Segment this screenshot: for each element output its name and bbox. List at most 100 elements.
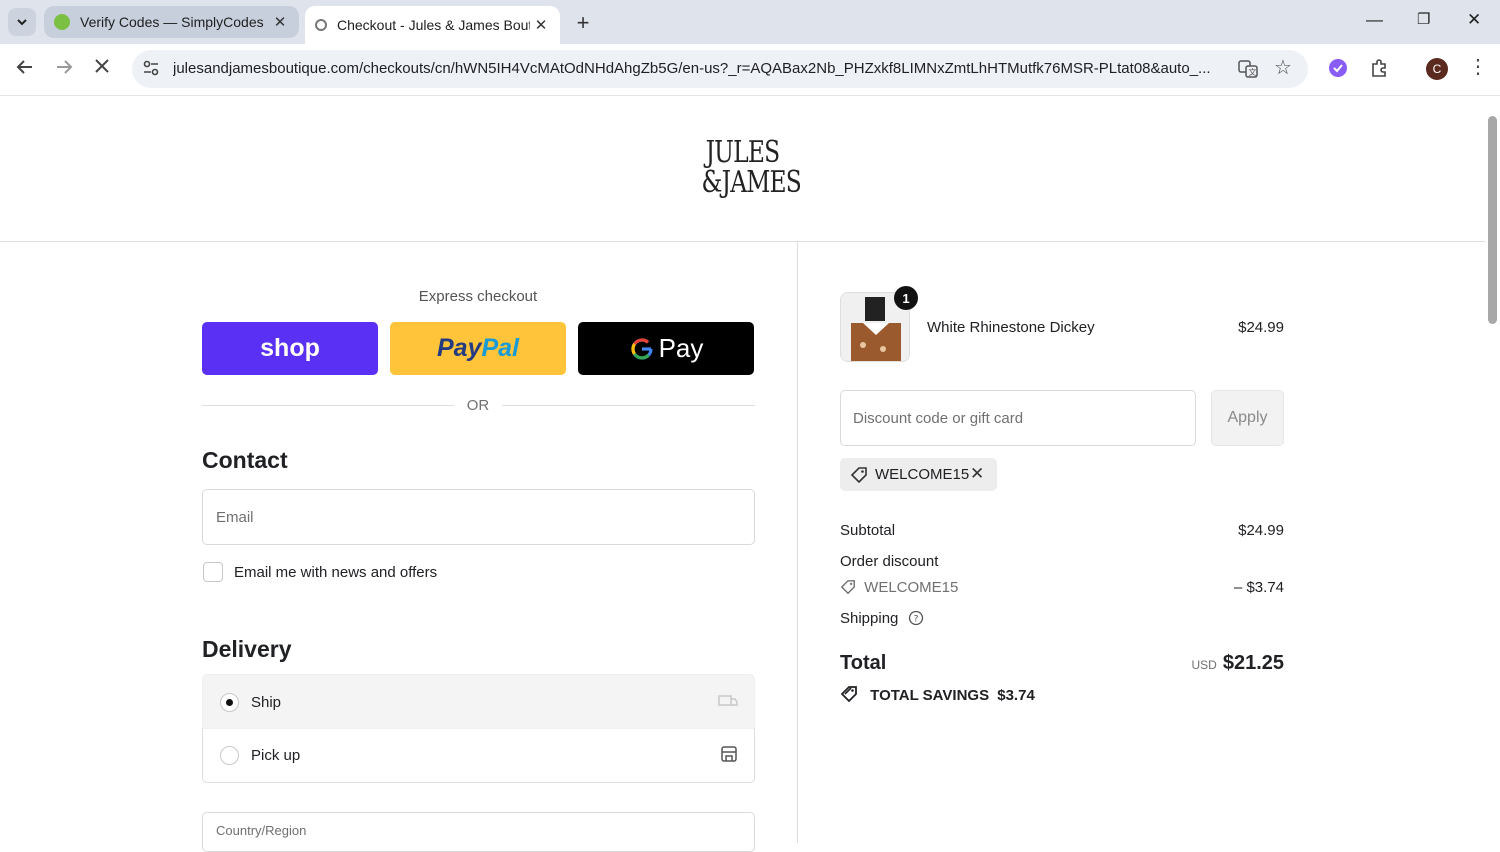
quantity-badge: 1 bbox=[894, 286, 918, 310]
discount-code-row: WELCOME15 – $3.74 bbox=[840, 579, 1284, 599]
store-header: JULES &JAMES bbox=[0, 96, 1485, 242]
apply-button[interactable]: Apply bbox=[1211, 390, 1284, 446]
bookmark-star-icon[interactable]: ☆ bbox=[1274, 55, 1292, 80]
restore-icon[interactable]: ❐ bbox=[1417, 10, 1430, 28]
ship-label: Ship bbox=[251, 694, 282, 711]
order-discount-label: Order discount bbox=[840, 553, 939, 570]
product-price: $24.99 bbox=[1238, 319, 1284, 336]
arrow-left-icon bbox=[16, 60, 32, 74]
delivery-heading: Delivery bbox=[202, 636, 292, 662]
email-placeholder: Email bbox=[216, 509, 254, 526]
checkout-page: JULES &JAMES Express checkout shop Pay Pa… bbox=[0, 96, 1485, 852]
close-tab-icon[interactable]: ✕ bbox=[530, 16, 552, 34]
chevron-down-icon bbox=[17, 19, 27, 26]
forward-button[interactable] bbox=[55, 58, 73, 82]
tag-icon bbox=[840, 685, 860, 707]
url-text: julesandjamesboutique.com/checkouts/cn/h… bbox=[173, 60, 1211, 77]
arrow-right-icon bbox=[57, 60, 73, 74]
shipping-row: Shipping ? bbox=[840, 610, 1284, 630]
currency-code: USD bbox=[1191, 658, 1217, 672]
store-icon bbox=[720, 745, 738, 767]
store-logo[interactable]: JULES &JAMES bbox=[701, 135, 802, 204]
tag-icon bbox=[840, 579, 856, 599]
new-tab-button[interactable]: + bbox=[572, 10, 594, 36]
close-tab-icon[interactable]: ✕ bbox=[269, 13, 291, 31]
country-label: Country/Region bbox=[216, 823, 307, 838]
delivery-option-pickup[interactable]: Pick up bbox=[202, 728, 755, 783]
divider bbox=[202, 405, 454, 406]
browser-tab-strip: Verify Codes — SimplyCodes ✕ Checkout - … bbox=[0, 0, 1500, 44]
site-info-icon[interactable] bbox=[142, 59, 160, 82]
translate-icon[interactable]: 文 bbox=[1238, 59, 1258, 84]
shop-pay-button[interactable]: shop bbox=[202, 322, 378, 375]
minimize-icon[interactable]: — bbox=[1366, 10, 1383, 30]
country-region-select[interactable]: Country/Region bbox=[202, 812, 755, 852]
contact-heading: Contact bbox=[202, 447, 288, 473]
paypal-label-b: Pal bbox=[481, 334, 519, 362]
profile-avatar[interactable]: C bbox=[1426, 58, 1448, 80]
or-separator: OR bbox=[466, 397, 490, 414]
browser-toolbar: julesandjamesboutique.com/checkouts/cn/h… bbox=[0, 44, 1500, 96]
truck-icon bbox=[718, 692, 738, 714]
applied-code-text: WELCOME15 bbox=[875, 466, 970, 483]
logo-line-2: &JAMES bbox=[701, 165, 802, 200]
email-field[interactable]: Email bbox=[202, 489, 755, 545]
discount-code-input[interactable]: Discount code or gift card bbox=[840, 390, 1196, 446]
tab-search-button[interactable] bbox=[8, 8, 36, 36]
address-bar[interactable]: julesandjamesboutique.com/checkouts/cn/h… bbox=[132, 50, 1308, 88]
ship-radio[interactable] bbox=[220, 693, 239, 712]
scrollbar-thumb[interactable] bbox=[1488, 116, 1497, 324]
savings-label: TOTAL SAVINGS bbox=[870, 687, 990, 704]
express-checkout-title: Express checkout bbox=[418, 288, 538, 305]
subtotal-label: Subtotal bbox=[840, 522, 896, 539]
news-offers-checkbox[interactable] bbox=[203, 562, 223, 582]
loading-favicon-icon bbox=[315, 19, 327, 31]
close-icon bbox=[95, 59, 109, 73]
extension-simplycodes-icon[interactable] bbox=[1328, 58, 1348, 83]
tab-simplycodes[interactable]: Verify Codes — SimplyCodes ✕ bbox=[44, 6, 299, 38]
tab-title: Checkout - Jules & James Bouti bbox=[337, 17, 530, 33]
shop-pay-label: shop bbox=[260, 334, 320, 362]
discount-placeholder: Discount code or gift card bbox=[853, 410, 1024, 427]
paypal-button[interactable]: Pay Pal bbox=[390, 322, 566, 375]
pickup-radio[interactable] bbox=[220, 746, 239, 765]
svg-text:文: 文 bbox=[1249, 67, 1257, 77]
tab-title: Verify Codes — SimplyCodes bbox=[80, 14, 264, 30]
subtotal-row: Subtotal $24.99 bbox=[840, 522, 1284, 539]
tab-checkout[interactable]: Checkout - Jules & James Bouti ✕ bbox=[305, 6, 560, 44]
discount-code-text: WELCOME15 bbox=[864, 579, 959, 596]
tag-icon bbox=[850, 466, 868, 488]
shipping-label: Shipping bbox=[840, 610, 899, 627]
savings-value: $3.74 bbox=[997, 687, 1035, 704]
total-row: Total USD $21.25 bbox=[840, 652, 1284, 675]
stop-loading-button[interactable] bbox=[94, 58, 110, 80]
applied-discount-tag: WELCOME15 ✕ bbox=[840, 458, 997, 491]
news-offers-label: Email me with news and offers bbox=[234, 564, 438, 581]
help-circle-icon[interactable]: ? bbox=[908, 610, 924, 630]
paypal-label-a: Pay bbox=[436, 334, 482, 362]
simplycodes-favicon-icon bbox=[54, 14, 70, 30]
logo-line-1: JULES bbox=[705, 135, 781, 170]
divider bbox=[502, 405, 755, 406]
google-pay-button[interactable]: Pay bbox=[578, 322, 754, 375]
gpay-label: Pay bbox=[658, 333, 704, 363]
total-label: Total bbox=[840, 652, 887, 674]
discount-value: – $3.74 bbox=[1233, 579, 1284, 596]
pickup-label: Pick up bbox=[251, 747, 301, 764]
page-scrollbar[interactable] bbox=[1485, 96, 1500, 843]
total-value: $21.25 bbox=[1222, 652, 1284, 674]
subtotal-value: $24.99 bbox=[1238, 522, 1284, 539]
browser-menu-icon[interactable]: ⋮ bbox=[1468, 54, 1488, 79]
total-savings: TOTAL SAVINGS $3.74 bbox=[840, 685, 1035, 707]
remove-discount-icon[interactable]: ✕ bbox=[970, 464, 984, 484]
order-discount-row: Order discount bbox=[840, 553, 1284, 570]
product-name: White Rhinestone Dickey bbox=[927, 319, 1095, 336]
order-summary: 1 White Rhinestone Dickey $24.99 Discoun… bbox=[797, 242, 1485, 843]
checkout-form: Express checkout shop Pay Pal Pay OR Cont… bbox=[0, 242, 797, 852]
close-window-icon[interactable]: ✕ bbox=[1467, 10, 1481, 30]
svg-text:?: ? bbox=[913, 615, 918, 625]
delivery-option-ship[interactable]: Ship bbox=[202, 674, 755, 729]
back-button[interactable] bbox=[16, 58, 34, 82]
google-g-icon bbox=[631, 337, 653, 360]
extensions-puzzle-icon[interactable] bbox=[1369, 58, 1389, 83]
